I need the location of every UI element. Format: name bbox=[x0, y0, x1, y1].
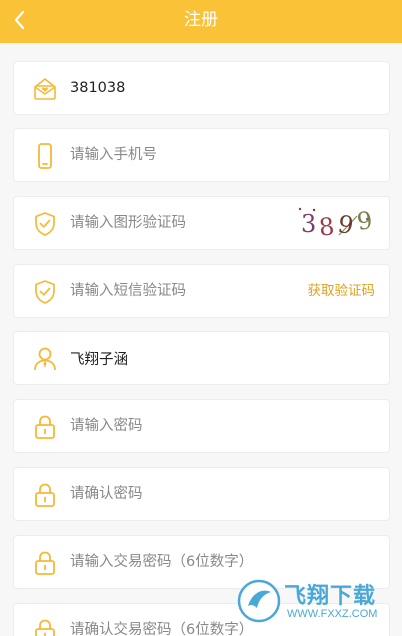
lock-icon bbox=[31, 413, 59, 441]
password-input[interactable] bbox=[70, 400, 290, 452]
invite-code-field bbox=[13, 61, 390, 115]
watermark-name: 飞翔下载 bbox=[284, 584, 377, 609]
nickname-input[interactable] bbox=[70, 332, 290, 384]
sms-code-input[interactable] bbox=[70, 265, 290, 317]
shield-check-icon bbox=[31, 278, 59, 306]
invite-code-input[interactable] bbox=[70, 62, 290, 114]
captcha-char: 3 bbox=[301, 210, 317, 238]
password-confirm-input[interactable] bbox=[70, 468, 290, 520]
nickname-field bbox=[13, 331, 390, 385]
phone-input[interactable] bbox=[70, 129, 290, 181]
page-title: 注册 bbox=[184, 10, 218, 30]
sms-code-field: 获取验证码 bbox=[13, 264, 390, 318]
phone-field bbox=[13, 128, 390, 182]
watermark-logo-icon bbox=[237, 579, 281, 623]
shield-check-icon bbox=[31, 210, 59, 238]
user-icon bbox=[31, 345, 59, 373]
phone-icon bbox=[31, 142, 59, 170]
get-sms-code-button[interactable]: 获取验证码 bbox=[308, 265, 376, 317]
image-code-input[interactable] bbox=[70, 197, 290, 249]
watermark: 飞翔下载 WWW.FXXZ.COM bbox=[237, 577, 397, 629]
captcha-image[interactable]: 3 8 9 9 bbox=[297, 205, 375, 243]
envelope-heart-icon bbox=[31, 75, 59, 103]
top-bar: 注册 bbox=[0, 0, 402, 43]
watermark-url: WWW.FXXZ.COM bbox=[287, 608, 378, 620]
lock-icon bbox=[31, 549, 59, 577]
captcha-char: 8 bbox=[317, 212, 336, 242]
lock-icon bbox=[31, 617, 59, 636]
lock-icon bbox=[31, 481, 59, 509]
password-confirm-field bbox=[13, 467, 390, 521]
password-field bbox=[13, 399, 390, 453]
image-code-field: 3 8 9 9 bbox=[13, 196, 390, 250]
